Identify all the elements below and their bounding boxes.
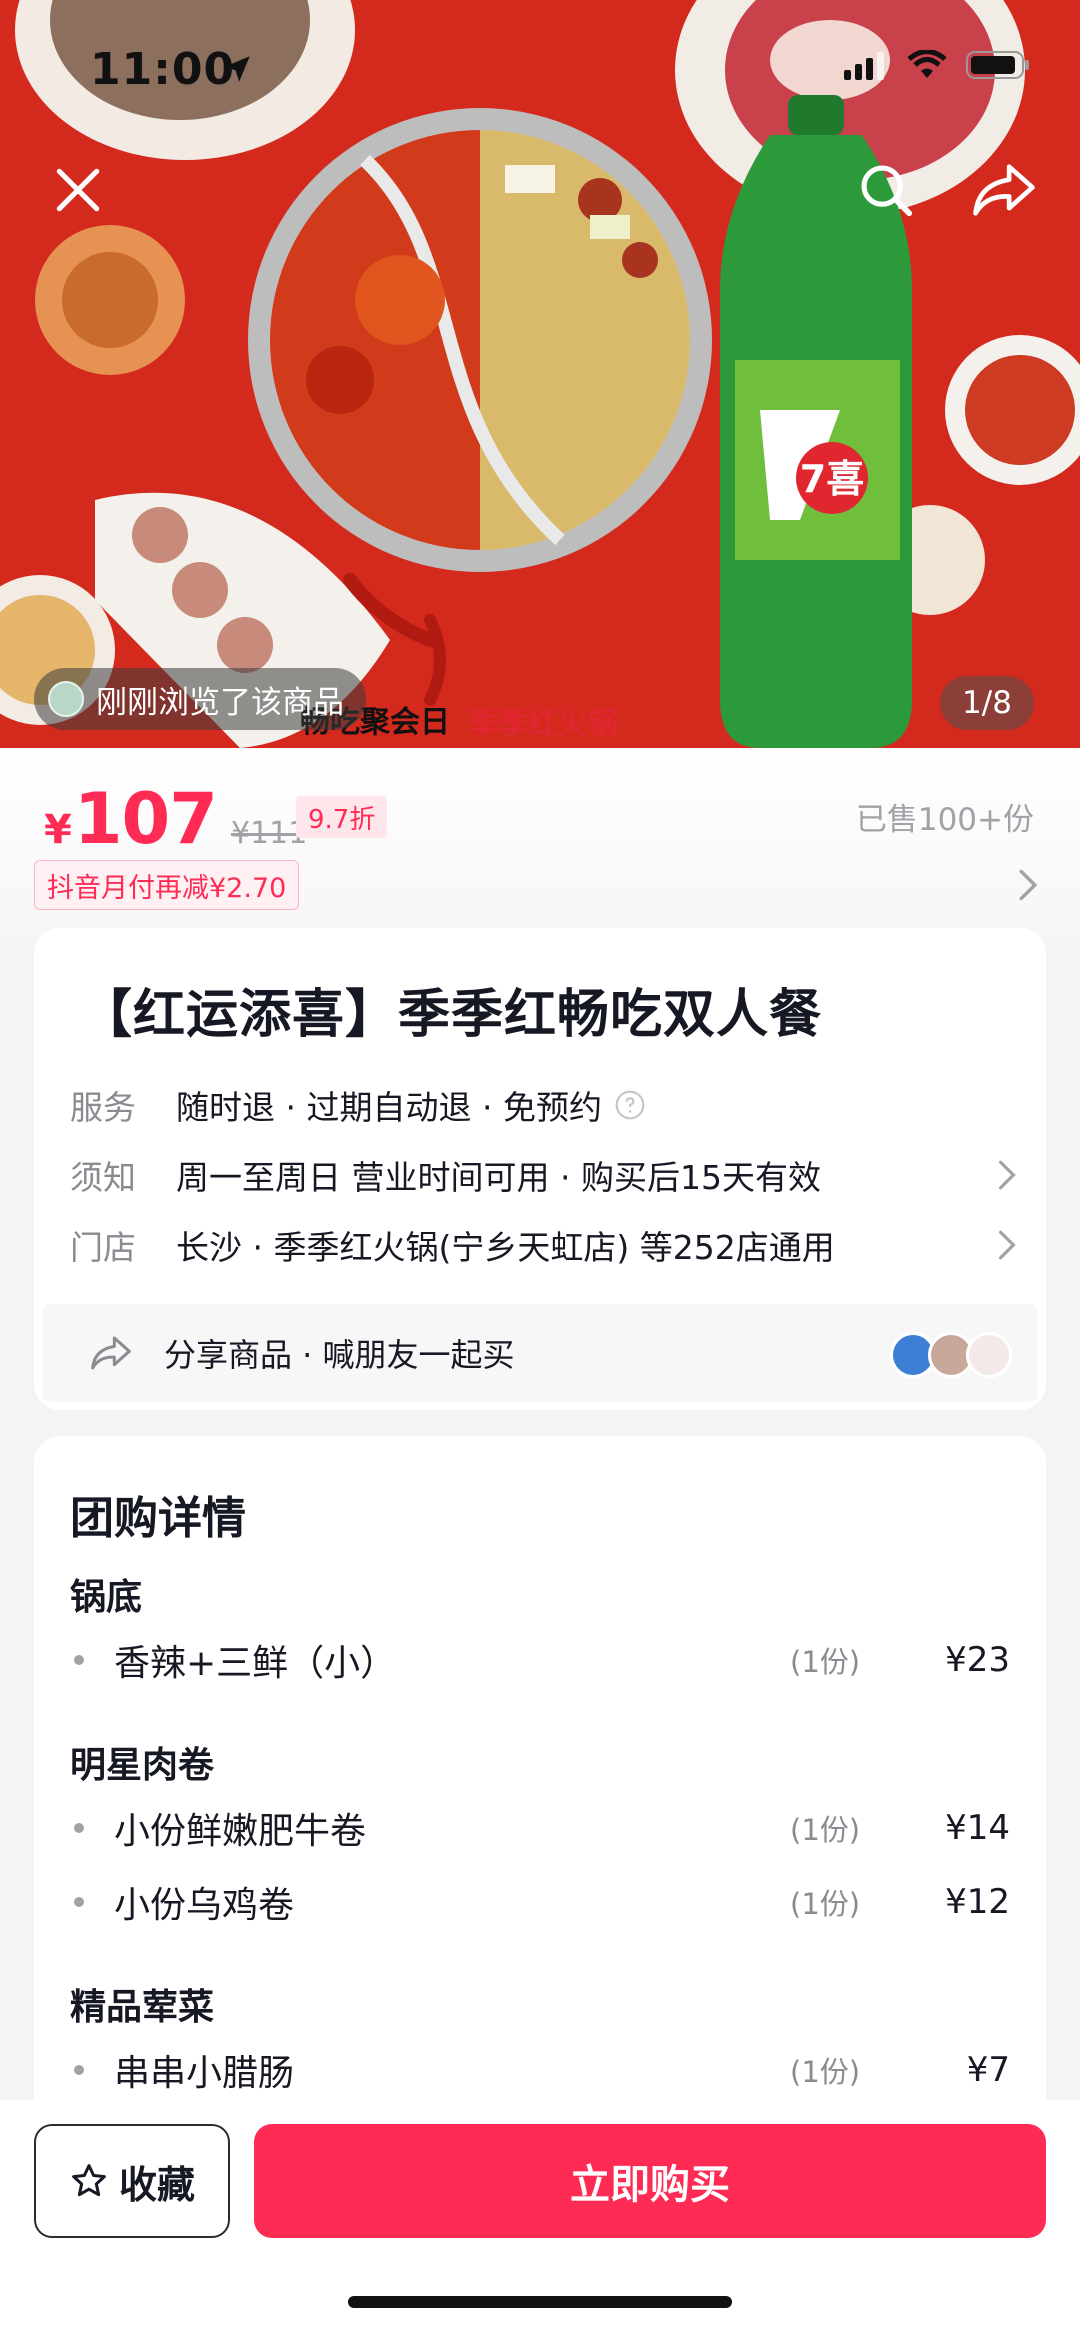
image-counter: 1/8	[940, 676, 1034, 730]
service-label: 服务	[70, 1088, 136, 1127]
bottle-logo: 7喜	[800, 457, 864, 501]
notice-label: 须知	[70, 1158, 136, 1197]
group-deal-details-card: 团购详情 锅底 香辣+三鲜（小） (1份) ¥23 明星肉卷 小份鲜嫩肥牛卷 (…	[34, 1436, 1046, 2136]
favorite-label: 收藏	[118, 2162, 195, 2207]
share-icon	[973, 164, 1035, 216]
location-arrow-icon	[224, 56, 250, 82]
search-button[interactable]	[846, 150, 926, 230]
product-info-card: 【红运添喜】季季红畅吃双人餐 服务 随时退 · 过期自动退 · 免预约 须知 周…	[34, 928, 1046, 1410]
banner-brand: 季季红火锅	[468, 707, 618, 742]
payment-promo-tag[interactable]: 抖音月付再减¥2.70	[34, 860, 300, 910]
share-text: 分享商品 · 喊朋友一起买	[164, 1336, 515, 1374]
service-value: 随时退 · 过期自动退 · 免预约	[176, 1081, 646, 1129]
price-section: ¥ 107 ¥111 9.7折 已售100+份 抖音月付再减¥2.70	[0, 748, 1080, 938]
list-item: 香辣+三鲜（小） (1份) ¥23	[70, 1632, 1010, 1688]
details-title: 团购详情	[70, 1493, 246, 1544]
battery-icon	[966, 51, 1029, 79]
item-price: ¥7	[966, 2050, 1010, 2090]
status-icons	[844, 50, 1030, 80]
share-button[interactable]	[964, 150, 1044, 230]
item-price: ¥23	[945, 1640, 1010, 1680]
item-quantity: (1份)	[790, 1645, 861, 1679]
current-price: 107	[73, 778, 218, 860]
share-icon	[91, 1336, 131, 1370]
star-icon	[72, 2164, 106, 2197]
currency-symbol: ¥	[44, 807, 72, 853]
item-quantity: (1份)	[790, 2055, 861, 2089]
bullet	[74, 2065, 84, 2075]
chevron-right-icon	[998, 1160, 1016, 1190]
status-time: 11:00	[90, 44, 236, 95]
notice-row[interactable]: 须知 周一至周日 营业时间可用 · 购买后15天有效	[70, 1150, 1020, 1200]
notice-value: 周一至周日 营业时间可用 · 购买后15天有效	[176, 1158, 821, 1197]
product-image-carousel[interactable]: 7喜 畅吃聚会日 季季红火锅 11:00 刚刚浏览了该商品 1/8	[0, 0, 1080, 748]
bullet	[74, 1655, 84, 1665]
product-detail-page: 7喜 畅吃聚会日 季季红火锅 11:00 刚刚浏览了该商品 1/8 ¥ 107 …	[0, 0, 1080, 2337]
item-name: 香辣+三鲜（小）	[114, 1643, 397, 1684]
store-label: 门店	[70, 1228, 136, 1267]
sold-count: 已售100+份	[855, 802, 1034, 838]
avatar	[966, 1332, 1012, 1378]
recently-viewed-text: 刚刚浏览了该商品	[96, 684, 344, 721]
section-title-meat-rolls: 明星肉卷	[70, 1745, 215, 1786]
item-name: 串串小腊肠	[114, 2053, 295, 2094]
discount-badge: 9.7折	[296, 796, 388, 838]
signal-icon	[844, 52, 884, 80]
close-button[interactable]	[38, 150, 118, 230]
list-item: 串串小腊肠 (1份) ¥7	[70, 2042, 1010, 2098]
list-item: 小份乌鸡卷 (1份) ¥12	[70, 1874, 1010, 1930]
bullet	[74, 1897, 84, 1907]
item-name: 小份乌鸡卷	[114, 1885, 295, 1926]
home-indicator[interactable]	[348, 2296, 732, 2308]
search-icon	[861, 165, 913, 217]
bullet	[74, 1823, 84, 1833]
service-row: 服务 随时退 · 过期自动退 · 免预约	[70, 1080, 1020, 1130]
section-title-broth: 锅底	[70, 1577, 143, 1618]
close-icon	[56, 168, 100, 212]
buy-now-label: 立即购买	[570, 2162, 730, 2208]
help-icon[interactable]	[614, 1089, 646, 1121]
friend-avatars	[890, 1332, 1012, 1378]
wifi-icon	[907, 50, 947, 78]
status-bar: 11:00	[0, 0, 1080, 140]
item-quantity: (1份)	[790, 1887, 861, 1921]
service-text: 随时退 · 过期自动退 · 免预约	[176, 1088, 602, 1127]
item-quantity: (1份)	[790, 1813, 861, 1847]
viewer-avatar	[48, 681, 84, 717]
share-with-friends-row[interactable]: 分享商品 · 喊朋友一起买	[42, 1304, 1038, 1402]
item-price: ¥12	[945, 1882, 1010, 1922]
chevron-right-icon[interactable]	[1014, 868, 1042, 902]
store-row[interactable]: 门店 长沙 · 季季红火锅(宁乡天虹店) 等252店通用	[70, 1220, 1020, 1270]
buy-now-button[interactable]: 立即购买	[254, 2124, 1046, 2238]
price-row: ¥ 107 ¥111	[44, 778, 307, 860]
list-item: 小份鲜嫩肥牛卷 (1份) ¥14	[70, 1800, 1010, 1856]
item-name: 小份鲜嫩肥牛卷	[114, 1811, 367, 1852]
item-price: ¥14	[945, 1808, 1010, 1848]
favorite-button[interactable]: 收藏	[34, 2124, 230, 2238]
store-value: 长沙 · 季季红火锅(宁乡天虹店) 等252店通用	[176, 1228, 835, 1267]
recently-viewed-chip: 刚刚浏览了该商品	[34, 668, 366, 730]
chevron-right-icon	[998, 1230, 1016, 1260]
section-title-meat-dishes: 精品荤菜	[70, 1987, 215, 2028]
product-title: 【红运添喜】季季红畅吃双人餐	[80, 985, 823, 1045]
